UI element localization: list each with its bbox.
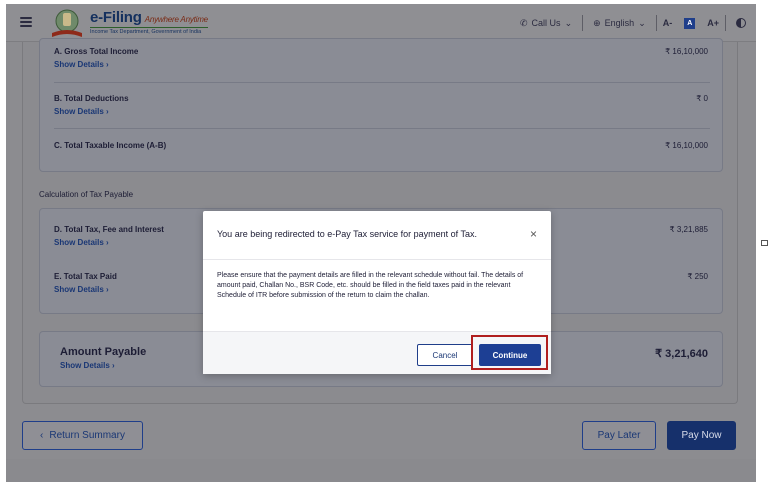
- show-details-link[interactable]: Show Details ›: [54, 60, 710, 69]
- chevron-left-icon: ‹: [40, 430, 44, 441]
- row-value: ₹ 16,10,000: [665, 47, 708, 56]
- globe-icon: ⊕: [593, 17, 601, 28]
- menu-icon[interactable]: [20, 17, 32, 27]
- brand-subtitle: Income Tax Department, Government of Ind…: [90, 27, 208, 35]
- call-us-label: Call Us: [531, 18, 561, 28]
- brand-title: e-Filing: [90, 9, 142, 26]
- font-decrease-button[interactable]: A-: [657, 18, 679, 28]
- contrast-icon[interactable]: [736, 18, 746, 28]
- divider: [203, 259, 551, 260]
- row-label: A. Gross Total Income: [54, 47, 139, 56]
- call-us-menu[interactable]: ✆ Call Us ⌄: [510, 18, 582, 29]
- close-icon[interactable]: ×: [530, 227, 537, 241]
- chevron-down-icon: ⌄: [638, 17, 646, 28]
- taxable-income-row: C. Total Taxable Income (A-B) ₹ 16,10,00…: [54, 141, 710, 150]
- language-menu[interactable]: ⊕ English ⌄: [583, 18, 656, 29]
- pay-now-button[interactable]: Pay Now: [667, 421, 736, 450]
- gross-income-row: A. Gross Total Income Show Details › ₹ 1…: [54, 47, 710, 69]
- pay-later-button[interactable]: Pay Later: [582, 421, 656, 450]
- divider: [725, 15, 726, 31]
- bottom-strip: [6, 459, 756, 482]
- brand[interactable]: e-Filing Anywhere Anytime Income Tax Depa…: [90, 9, 208, 35]
- show-details-link[interactable]: Show Details ›: [54, 107, 710, 116]
- phone-icon: ✆: [520, 17, 528, 28]
- brand-tagline: Anywhere Anytime: [144, 15, 208, 24]
- modal-title: You are being redirected to e-Pay Tax se…: [217, 229, 477, 239]
- top-header: e-Filing Anywhere Anytime Income Tax Depa…: [6, 4, 756, 42]
- return-summary-button[interactable]: ‹ Return Summary: [22, 421, 143, 450]
- chevron-down-icon: ⌄: [564, 17, 573, 28]
- language-label: English: [604, 18, 635, 28]
- edge-marker: [761, 240, 768, 246]
- row-label: B. Total Deductions: [54, 94, 129, 103]
- row-value: ₹ 0: [696, 94, 708, 103]
- row-value: ₹ 3,21,885: [669, 225, 708, 234]
- continue-highlight-box: [471, 335, 548, 370]
- cancel-button[interactable]: Cancel: [417, 344, 473, 366]
- divider: [54, 128, 710, 129]
- row-value: ₹ 16,10,000: [665, 141, 708, 150]
- amount-payable-value: ₹ 3,21,640: [655, 348, 708, 360]
- row-label: C. Total Taxable Income (A-B): [54, 141, 167, 150]
- income-card: A. Gross Total Income Show Details › ₹ 1…: [39, 38, 723, 172]
- return-summary-label: Return Summary: [49, 430, 125, 441]
- section-title: Calculation of Tax Payable: [39, 190, 134, 199]
- header-actions: ✆ Call Us ⌄ ⊕ English ⌄ A- A A+: [510, 4, 756, 42]
- divider: [54, 82, 710, 83]
- row-value: ₹ 250: [687, 272, 708, 281]
- font-normal-button[interactable]: A: [684, 17, 696, 29]
- emblem-logo: [52, 9, 82, 37]
- deductions-row: B. Total Deductions Show Details › ₹ 0: [54, 94, 710, 116]
- font-increase-button[interactable]: A+: [701, 18, 725, 28]
- modal-body: Please ensure that the payment details a…: [217, 272, 524, 299]
